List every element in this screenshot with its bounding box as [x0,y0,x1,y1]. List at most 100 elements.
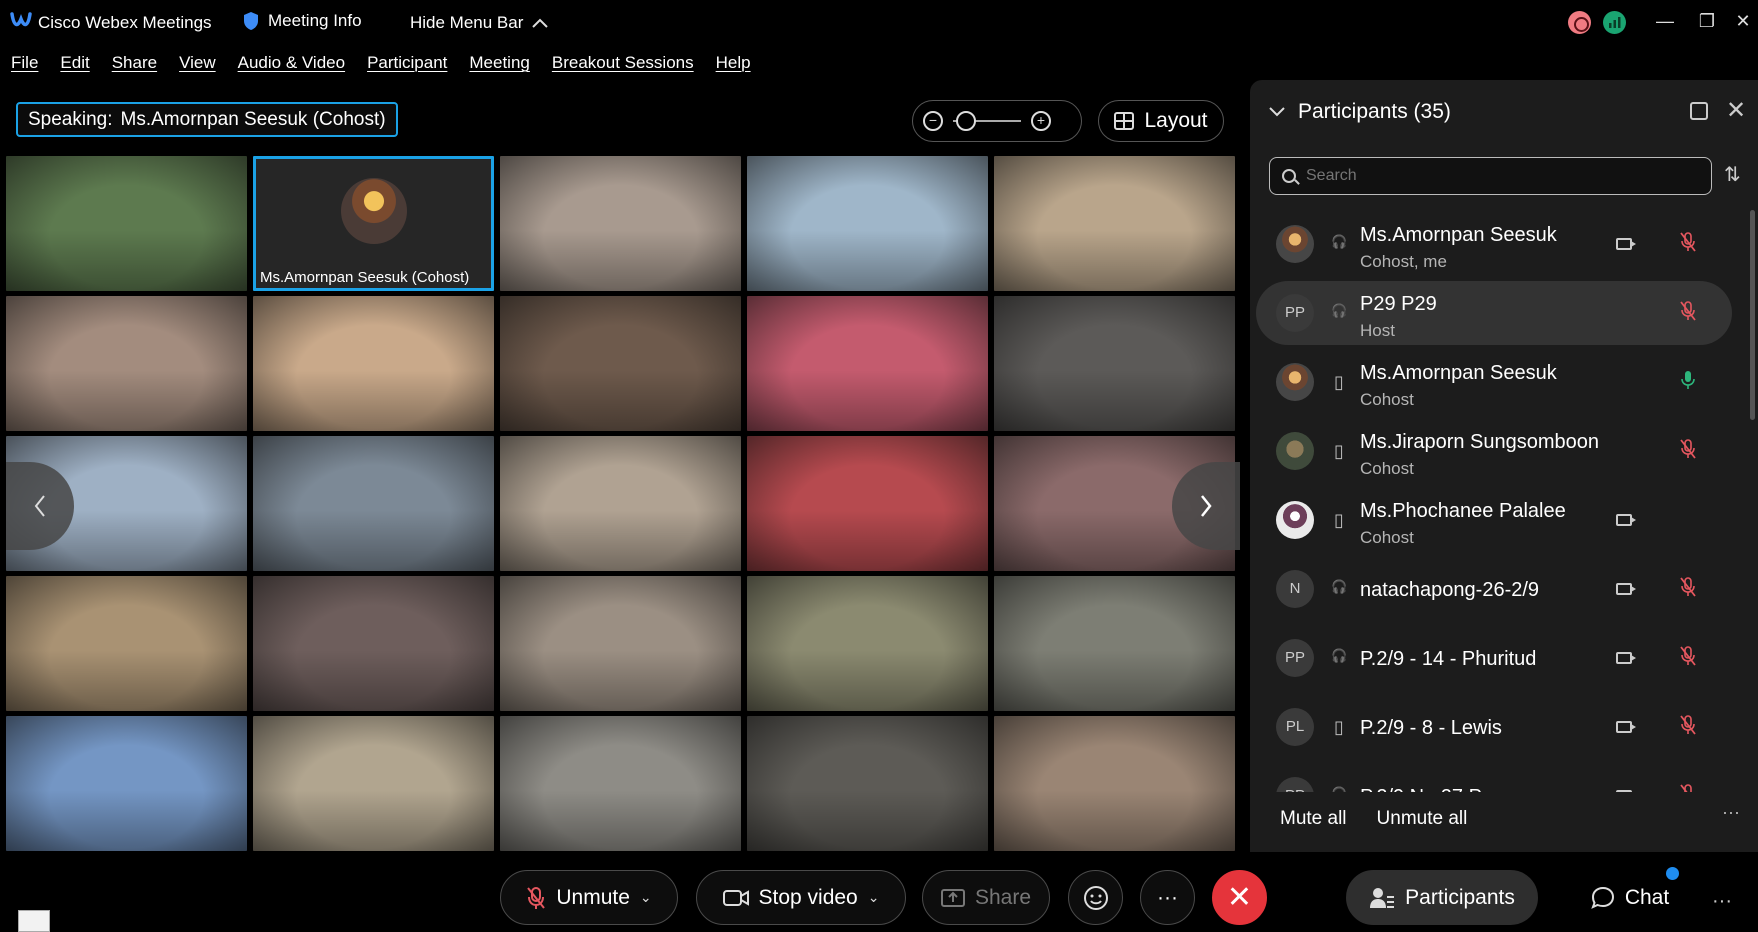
participant-search[interactable] [1269,157,1712,195]
avatar [1276,225,1314,263]
zoom-slider[interactable] [953,111,1021,131]
mic-muted-icon[interactable] [1676,646,1700,670]
reactions-button[interactable] [1068,870,1123,925]
chevron-down-icon[interactable]: ⌄ [640,889,652,906]
meeting-info-button[interactable]: Meeting Info [242,11,362,31]
share-button[interactable]: Share [922,870,1050,925]
menu-audio-video[interactable]: Audio & Video [238,48,345,78]
avatar: N [1276,570,1314,608]
overflow-menu-icon[interactable]: ··· [1712,890,1732,913]
participant-row[interactable]: ▯ Ms.Phochanee Palalee Cohost [1256,488,1732,552]
menu-meeting[interactable]: Meeting [469,48,529,78]
layout-button[interactable]: Layout [1098,100,1224,142]
menu-view[interactable]: View [179,48,216,78]
active-speaker-tile[interactable]: Ms.Amornpan Seesuk (Cohost) [253,156,494,291]
participants-header[interactable]: Participants (35) [1268,100,1451,124]
video-tile[interactable] [6,716,247,851]
video-tile[interactable] [500,296,741,431]
chevron-down-icon[interactable] [1268,106,1286,118]
panel-more-icon[interactable]: ··· [1722,802,1740,823]
video-tile[interactable] [253,296,494,431]
video-tile[interactable] [253,576,494,711]
search-input[interactable] [1306,167,1686,185]
video-tile[interactable] [747,576,988,711]
unmute-all-button[interactable]: Unmute all [1377,808,1468,830]
end-meeting-button[interactable]: ✕ [1212,870,1267,925]
participant-name: Ms.Amornpan Seesuk [1360,362,1557,384]
popout-icon[interactable] [1690,102,1708,120]
recording-indicator-icon[interactable] [1568,11,1591,34]
close-window-button[interactable]: ✕ [1728,8,1758,34]
minimize-button[interactable]: — [1650,8,1680,34]
video-tile[interactable] [994,716,1235,851]
video-tile[interactable] [253,716,494,851]
video-tile[interactable] [747,296,988,431]
participant-row[interactable]: PP 🎧 P.2/9 - 14 - Phuritud [1256,626,1732,690]
video-tile[interactable] [500,716,741,851]
zoom-slider-thumb[interactable] [955,111,976,131]
video-feed [6,296,247,431]
mic-muted-icon[interactable] [1676,577,1700,601]
participant-list: 🎧 Ms.Amornpan Seesuk Cohost, me PP 🎧 P29 P29 H… [1256,212,1736,792]
chat-button[interactable]: Chat [1560,870,1700,925]
participant-list-scrollbar[interactable] [1750,210,1755,420]
chevron-down-icon[interactable]: ⌄ [868,889,880,906]
video-tile[interactable] [6,576,247,711]
participant-row[interactable]: PP 🎧 P29 P29 Host [1256,281,1732,345]
share-screen-icon [940,888,965,907]
avatar: PP [1276,777,1314,792]
participant-name: Ms.Phochanee Palalee [1360,500,1566,522]
stop-video-button[interactable]: Stop video ⌄ [696,870,906,925]
mic-muted-icon[interactable] [1676,232,1700,256]
zoom-control: − + [912,100,1082,142]
zoom-in-icon[interactable]: + [1031,111,1051,131]
close-panel-icon[interactable]: ✕ [1726,96,1746,125]
zoom-out-icon[interactable]: − [923,111,943,131]
participant-row[interactable]: 🎧 Ms.Amornpan Seesuk Cohost, me [1256,212,1732,276]
sort-icon[interactable]: ⇅ [1724,162,1741,187]
video-tile[interactable] [500,436,741,571]
network-stats-icon[interactable] [1603,11,1626,34]
restore-button[interactable]: ❐ [1692,8,1722,34]
participant-row[interactable]: ▯ Ms.Jiraporn Sungsomboon Cohost [1256,419,1732,483]
menu-breakout-sessions[interactable]: Breakout Sessions [552,48,694,78]
menu-share[interactable]: Share [112,48,157,78]
video-icon [1616,790,1632,792]
menu-edit[interactable]: Edit [60,48,89,78]
mute-all-button[interactable]: Mute all [1280,808,1347,830]
video-tile[interactable] [994,296,1235,431]
video-tile[interactable] [747,436,988,571]
unmute-button[interactable]: Unmute ⌄ [500,870,678,925]
headset-icon: 🎧 [1331,579,1348,594]
menu-participant[interactable]: Participant [367,48,447,78]
participant-row[interactable]: PL ▯ P.2/9 - 8 - Lewis [1256,695,1732,759]
video-tile[interactable] [6,296,247,431]
participant-row[interactable]: N 🎧 natachapong-26-2/9 [1256,557,1732,621]
video-tile[interactable] [6,156,247,291]
video-tile[interactable] [747,156,988,291]
video-feed [994,156,1235,291]
mic-muted-icon[interactable] [1676,301,1700,325]
search-icon [1282,169,1296,183]
menu-file[interactable]: File [11,48,38,78]
participants-button[interactable]: Participants [1346,870,1538,925]
taskbar-thumbnail[interactable] [18,910,50,932]
hide-menu-bar-button[interactable]: Hide Menu Bar [410,13,549,33]
mic-muted-icon[interactable] [1676,439,1700,463]
mic-muted-icon[interactable] [1676,715,1700,739]
mic-muted-icon[interactable] [1676,784,1700,792]
more-options-button[interactable]: ··· [1140,870,1195,925]
participant-row[interactable]: PP 🎧 P.2/9 No.27 Punn [1256,764,1732,792]
avatar: PP [1276,294,1314,332]
video-tile[interactable] [500,576,741,711]
signal-bars-icon [1609,17,1621,28]
video-icon [1616,583,1636,595]
menu-help[interactable]: Help [716,48,751,78]
video-tile[interactable] [994,576,1235,711]
video-tile[interactable] [747,716,988,851]
video-tile[interactable] [253,436,494,571]
mic-on-icon[interactable] [1676,370,1700,394]
video-tile[interactable] [994,156,1235,291]
participant-row[interactable]: ▯ Ms.Amornpan Seesuk Cohost [1256,350,1732,414]
video-tile[interactable] [500,156,741,291]
